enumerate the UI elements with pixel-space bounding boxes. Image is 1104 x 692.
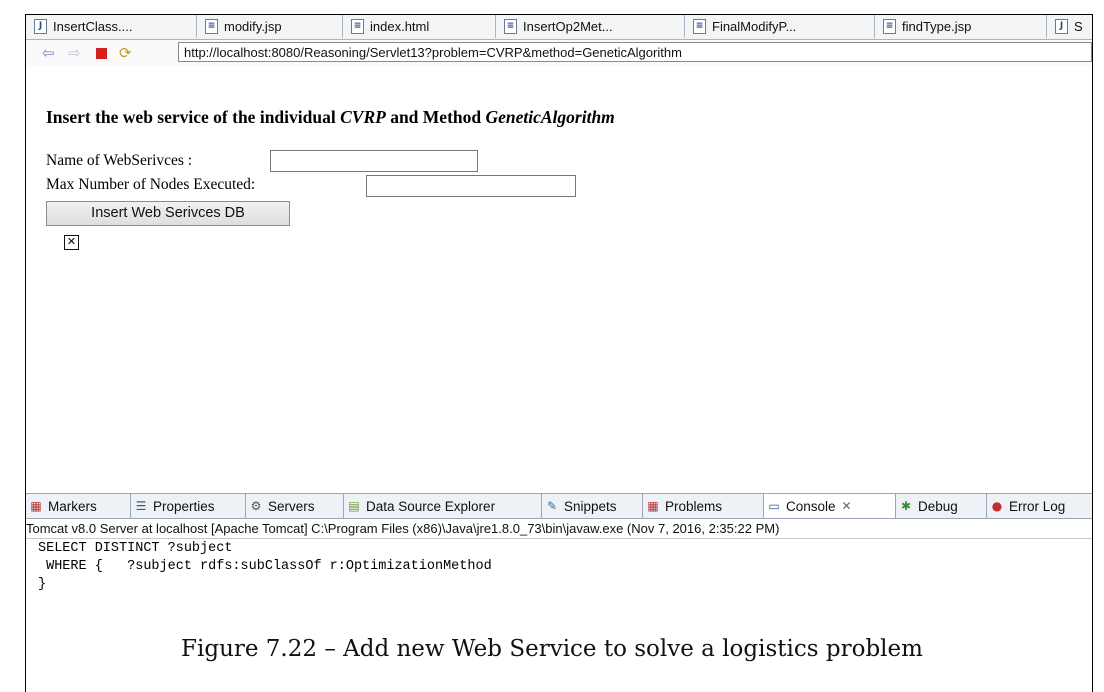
screenshot-frame: J InsertClass.... ≡ modify.jsp ≡ index.h… [25, 14, 1093, 692]
jsp-file-icon: ≡ [205, 19, 218, 34]
view-tab-label: Error Log [1009, 498, 1066, 514]
page-heading: Insert the web service of the individual… [46, 107, 615, 128]
tab-label: modify.jsp [224, 19, 282, 34]
properties-icon: ☰ [135, 499, 147, 513]
view-tab-label: Markers [48, 498, 97, 514]
heading-method: GeneticAlgorithm [485, 107, 615, 127]
error-log-icon: ● [991, 499, 1003, 513]
close-icon[interactable]: ✕ [842, 499, 852, 513]
back-arrow-icon[interactable]: ⇦ [42, 44, 55, 62]
editor-tab[interactable]: ≡ FinalModifyP... [685, 15, 875, 38]
tab-label: findType.jsp [902, 19, 972, 34]
java-file-icon: J [34, 19, 47, 34]
stop-icon[interactable] [96, 48, 107, 59]
tab-label: InsertOp2Met... [523, 19, 613, 34]
editor-tab[interactable]: ≡ findType.jsp [875, 15, 1047, 38]
markers-icon: ▦ [30, 499, 42, 513]
insert-webservice-button[interactable]: Insert Web Serivces DB [46, 201, 290, 226]
view-tab-markers[interactable]: ▦ Markers [26, 494, 131, 518]
view-tab-label: Console [786, 498, 836, 514]
data-source-icon: ▤ [348, 499, 360, 513]
view-tab-label: Snippets [564, 498, 617, 514]
problems-icon: ▦ [647, 499, 659, 513]
views-tab-bar: ▦ Markers ☰ Properties ⚙ Servers ▤ Data … [26, 493, 1092, 519]
html-file-icon: ≡ [351, 19, 364, 34]
editor-tab[interactable]: ≡ index.html [343, 15, 496, 38]
view-tab-error-log[interactable]: ● Error Log [987, 494, 1092, 518]
tab-label: S [1074, 19, 1083, 34]
heading-text: and Method [385, 107, 486, 127]
servers-icon: ⚙ [250, 499, 262, 513]
url-input[interactable]: http://localhost:8080/Reasoning/Servlet1… [178, 42, 1092, 62]
heading-text: Insert the web service of the individual [46, 107, 341, 127]
java-file-icon: J [1055, 19, 1068, 34]
view-tab-problems[interactable]: ▦ Problems [643, 494, 764, 518]
console-process-label: Tomcat v8.0 Server at localhost [Apache … [26, 519, 1092, 539]
forward-arrow-icon[interactable]: ⇨ [68, 44, 81, 62]
editor-tab[interactable]: J InsertClass.... [26, 15, 197, 38]
webservice-name-input[interactable] [270, 150, 478, 172]
jsp-file-icon: ≡ [693, 19, 706, 34]
tab-label: index.html [370, 19, 430, 34]
heading-problem: CVRP [340, 107, 386, 127]
tab-label: InsertClass.... [53, 19, 133, 34]
jsp-file-icon: ≡ [883, 19, 896, 34]
max-nodes-input[interactable] [366, 175, 576, 197]
editor-tab[interactable]: J S [1047, 15, 1092, 38]
editor-tab[interactable]: ≡ modify.jsp [197, 15, 343, 38]
view-tab-debug[interactable]: ✱ Debug [896, 494, 987, 518]
snippets-icon: ✎ [546, 499, 558, 513]
java-file-icon: ≡ [504, 19, 517, 34]
refresh-icon[interactable]: ⟳ [119, 44, 132, 62]
console-icon: ▭ [768, 499, 780, 513]
browser-toolbar: ⇦ ⇨ ⟳ http://localhost:8080/Reasoning/Se… [26, 40, 1092, 66]
max-nodes-label: Max Number of Nodes Executed: [46, 176, 256, 193]
view-tab-label: Debug [918, 498, 958, 514]
editor-tab[interactable]: ≡ InsertOp2Met... [496, 15, 685, 38]
view-tab-data-source-explorer[interactable]: ▤ Data Source Explorer [344, 494, 542, 518]
name-label: Name of WebSerivces : [46, 152, 193, 169]
debug-icon: ✱ [900, 499, 912, 513]
view-tab-snippets[interactable]: ✎ Snippets [542, 494, 643, 518]
view-tab-properties[interactable]: ☰ Properties [131, 494, 246, 518]
console-line: } [38, 577, 47, 592]
figure-caption: Figure 7.22 – Add new Web Service to sol… [181, 636, 923, 662]
view-tab-label: Properties [153, 498, 215, 514]
broken-image-icon: ✕ [64, 235, 79, 250]
console-line: WHERE { ?subject rdfs:subClassOf r:Optim… [38, 559, 492, 574]
console-line: SELECT DISTINCT ?subject [38, 541, 233, 556]
view-tab-label: Problems [665, 498, 723, 514]
view-tab-label: Data Source Explorer [366, 498, 496, 514]
view-tab-servers[interactable]: ⚙ Servers [246, 494, 344, 518]
view-tab-label: Servers [268, 498, 315, 514]
tab-label: FinalModifyP... [712, 19, 797, 34]
editor-tab-bar: J InsertClass.... ≡ modify.jsp ≡ index.h… [26, 15, 1092, 40]
view-tab-console[interactable]: ▭ Console ✕ [764, 494, 896, 518]
